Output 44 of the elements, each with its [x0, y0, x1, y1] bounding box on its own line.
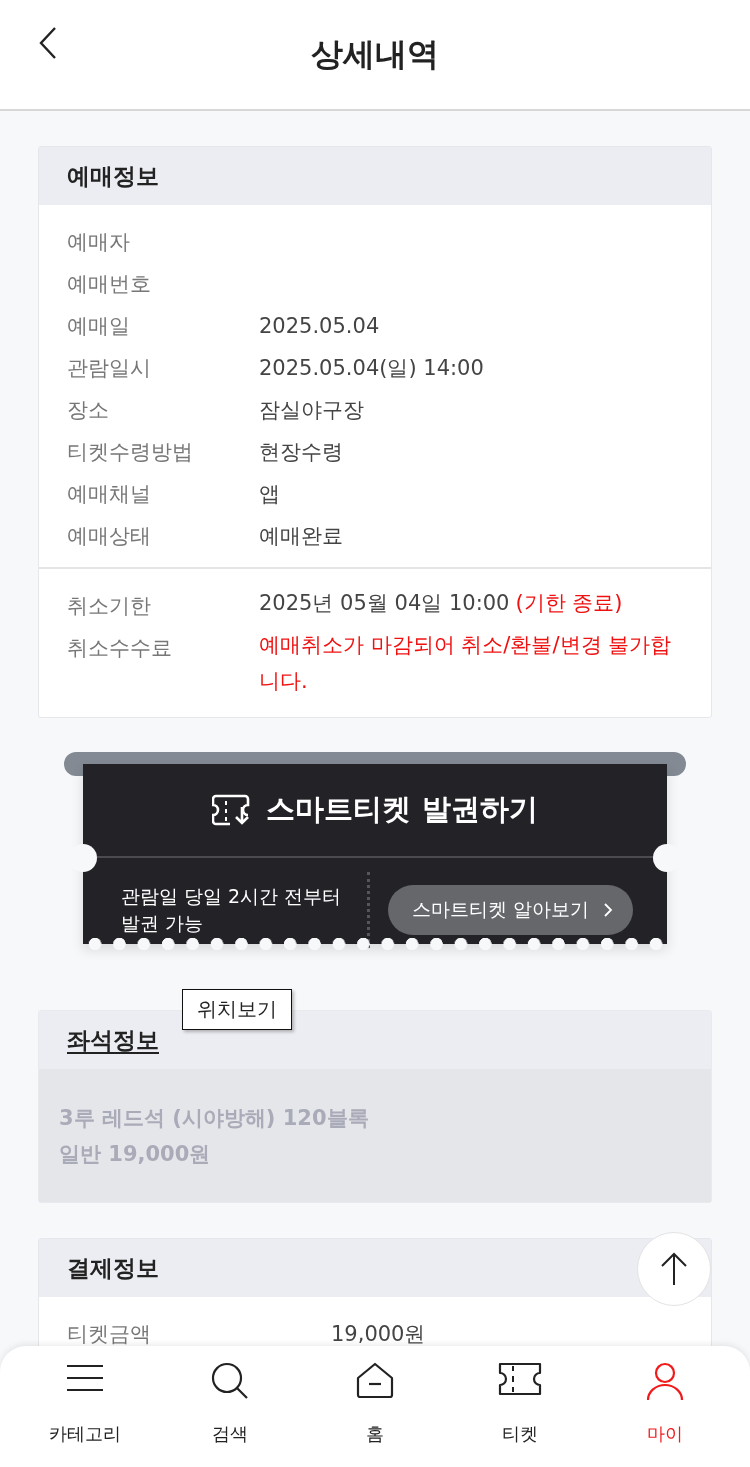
row-label: 예매상태 — [67, 523, 152, 550]
row-label: 예매일 — [67, 313, 131, 340]
person-icon — [645, 1362, 686, 1402]
seat-detail: 일반 19,000원 — [59, 1140, 212, 1168]
row-value: 앱 — [259, 481, 280, 508]
menu-icon — [64, 1362, 105, 1394]
row-value: 잠실야구장 — [259, 397, 364, 424]
row-label: 예매채널 — [67, 481, 152, 508]
nav-tab[interactable]: 카테고리 — [24, 1362, 145, 1446]
location-tooltip[interactable]: 위치보기 — [182, 989, 292, 1030]
page-title: 상세내역 — [311, 33, 439, 75]
row-label: 취소수수료 — [67, 635, 173, 662]
row-label: 장소 — [67, 397, 110, 424]
row-value: 예매완료 — [259, 523, 343, 550]
row-label: 예매번호 — [67, 271, 152, 298]
row-label: 취소기한 — [67, 593, 152, 620]
ticket-icon — [498, 1362, 543, 1396]
row-value: 2025.05.04 — [259, 313, 380, 340]
chevron-right-icon — [603, 902, 614, 918]
row-label: 티켓금액 — [67, 1321, 152, 1348]
learn-more-button[interactable]: 스마트티켓 알아보기 — [388, 885, 634, 935]
ticket-notice: 관람일 당일 2시간 전부터 발권 가능 — [121, 884, 343, 936]
row-note: (기한 종료) — [515, 590, 623, 615]
search-icon — [210, 1362, 249, 1400]
arrow-up-icon — [660, 1252, 688, 1286]
nav-tab[interactable]: 마이 — [605, 1362, 726, 1446]
nav-tab[interactable]: 검색 — [169, 1362, 290, 1446]
row-label: 예매자 — [67, 229, 131, 256]
nav-tab[interactable]: 홈 — [314, 1362, 435, 1446]
row-value: 2025년 05월 04일 10:00 — [259, 590, 510, 615]
back-icon[interactable] — [38, 26, 58, 60]
nav-tab[interactable]: 티켓 — [460, 1362, 581, 1446]
seat-detail: 3루 레드석 (시야방해) 120블록 — [59, 1104, 370, 1132]
row-value: 2025.05.04(일) 14:00 — [259, 355, 484, 382]
section-title[interactable]: 좌석정보 — [67, 1024, 159, 1056]
row-value: 예매취소가 마감되어 취소/환불/변경 불가합니다. — [259, 632, 672, 693]
home-icon — [355, 1362, 394, 1400]
row-value: 19,000원 — [330, 1321, 426, 1348]
row-value: 현장수령 — [259, 439, 343, 466]
row-label: 티켓수령방법 — [67, 439, 194, 466]
row-label: 관람일시 — [67, 355, 152, 382]
section-title: 예매정보 — [67, 161, 159, 191]
section-title: 결제정보 — [67, 1253, 159, 1283]
ticket-title: 스마트티켓 발권하기 — [266, 791, 538, 828]
